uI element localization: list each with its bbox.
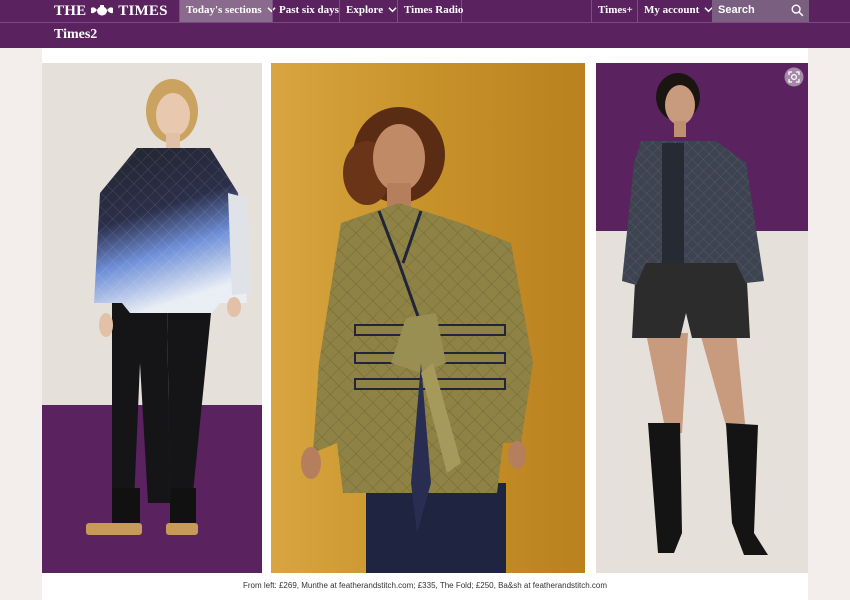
nav-label: Times Radio (404, 4, 464, 16)
chevron-down-icon (388, 7, 397, 13)
nav-explore[interactable]: Explore (339, 0, 397, 22)
nav-past-six-days[interactable]: Past six days (272, 0, 339, 22)
zoom-icon[interactable] (784, 67, 804, 87)
logo-text-the: THE (54, 2, 87, 19)
photo-quilted-denim-jacket (596, 63, 808, 573)
product-photo-right[interactable] (596, 63, 808, 573)
photo-quilted-wrap-jacket (271, 63, 585, 573)
logo-text-times: TIMES (118, 2, 168, 19)
nav-times-plus[interactable]: Times+ (591, 0, 637, 22)
product-photo-left[interactable] (42, 63, 262, 573)
section-bar: Times2 (0, 23, 850, 48)
nav-times-radio[interactable]: Times Radio (397, 0, 464, 22)
nav-my-account[interactable]: My account (637, 0, 713, 22)
nav-label: Explore (346, 4, 384, 16)
nav-todays-sections[interactable]: Today's sections (179, 0, 276, 22)
gallery-panel: From left: £269, Munthe at featherandsti… (42, 48, 808, 600)
nav-label: Times+ (598, 4, 633, 16)
crest-icon (91, 5, 114, 16)
gallery-caption: From left: £269, Munthe at featherandsti… (242, 581, 608, 590)
top-navigation: THE TIMES Today's sections Past six days… (0, 0, 850, 23)
section-title[interactable]: Times2 (54, 27, 97, 43)
nav-label: My account (644, 4, 700, 16)
search-icon[interactable] (791, 4, 804, 17)
times-logo[interactable]: THE TIMES (54, 2, 168, 20)
product-photo-center[interactable] (271, 63, 585, 573)
search-placeholder: Search (718, 4, 755, 16)
search-input[interactable]: Search (712, 0, 809, 22)
nav-label: Today's sections (186, 4, 262, 16)
photo-quilted-jacket-gradient (42, 63, 262, 573)
nav-label: Past six days (279, 4, 339, 16)
